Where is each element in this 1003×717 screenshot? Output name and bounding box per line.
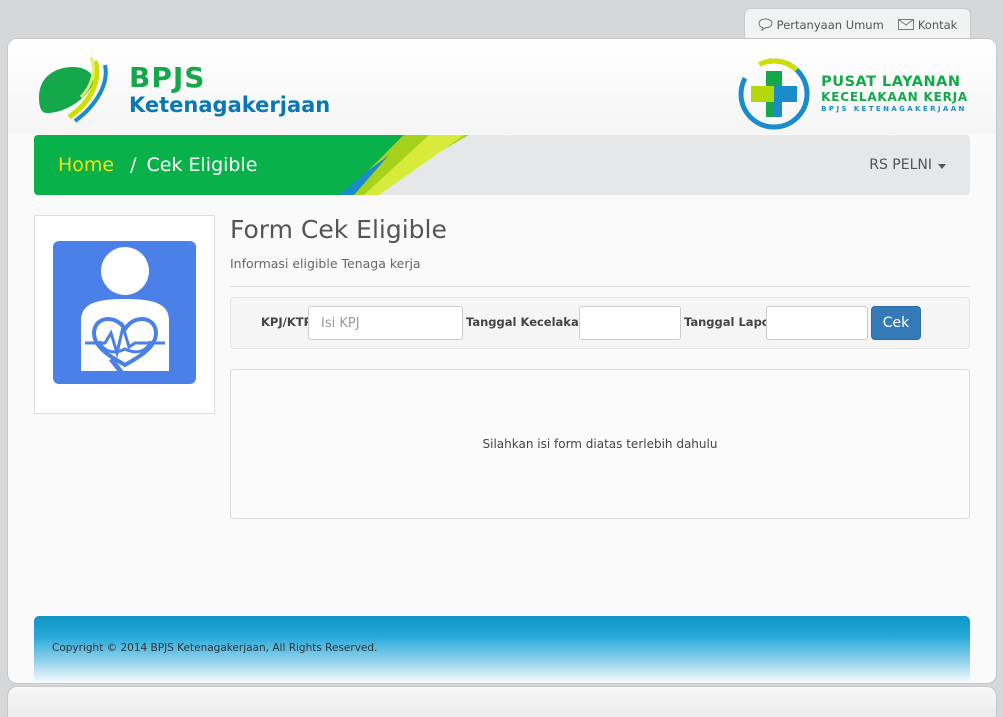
- report-date-label: Tanggal Lapor: [684, 315, 776, 329]
- breadcrumb-separator: /: [130, 154, 137, 176]
- speech-bubble-icon: [758, 18, 773, 31]
- cek-button[interactable]: Cek: [871, 306, 921, 340]
- copyright-text: Copyright © 2014 BPJS Ketenagakerjaan, A…: [52, 642, 378, 654]
- eligibility-form: KPJ/KTP Tanggal Kecelakaan Tanggal Lapor…: [230, 297, 970, 349]
- breadcrumb-current: Cek Eligible: [146, 154, 258, 176]
- bpjs-leaf-icon: [39, 57, 108, 123]
- service-line1: PUSAT LAYANAN: [821, 74, 961, 90]
- report-date-input[interactable]: [766, 306, 868, 340]
- brand-name-line1: BPJS: [129, 61, 206, 94]
- content: Form Cek Eligible Informasi eligible Ten…: [230, 215, 970, 519]
- result-panel: Silahkan isi form diatas terlebih dahulu: [230, 369, 970, 519]
- caret-down-icon: [938, 163, 946, 169]
- main-card: BPJS Ketenagakerjaan PUSAT LAYANAN KECEL…: [7, 38, 997, 684]
- envelope-icon: [897, 19, 914, 30]
- breadcrumb: Home / Cek Eligible: [58, 135, 257, 195]
- faq-link[interactable]: Pertanyaan Umum: [758, 18, 884, 32]
- brand-name-line2: Ketenagakerjaan: [129, 93, 331, 117]
- medical-cross-icon: [738, 58, 810, 130]
- user-menu-label: RS PELNI: [869, 157, 932, 173]
- eligibility-illustration: [34, 215, 215, 414]
- divider: [230, 286, 970, 287]
- kpj-input[interactable]: [308, 306, 463, 340]
- accident-date-label: Tanggal Kecelakaan: [466, 315, 595, 329]
- top-links-tab: Pertanyaan Umum Kontak: [744, 8, 971, 40]
- contact-link-label: Kontak: [917, 17, 958, 32]
- service-line3: BPJS KETENAGAKERJAAN: [821, 105, 967, 113]
- service-line2: KECELAKAAN KERJA: [821, 90, 968, 104]
- result-message: Silahkan isi form diatas terlebih dahulu: [482, 437, 718, 451]
- kpj-label: KPJ/KTP: [261, 315, 313, 329]
- breadcrumb-home[interactable]: Home: [58, 154, 114, 176]
- page-subtitle: Informasi eligible Tenaga kerja: [230, 256, 421, 271]
- user-menu-dropdown[interactable]: RS PELNI: [869, 135, 946, 195]
- service-logo: PUSAT LAYANAN KECELAKAAN KERJA BPJS KETE…: [737, 57, 968, 131]
- navbar: Home / Cek Eligible RS PELNI: [34, 135, 970, 195]
- accident-date-input[interactable]: [579, 306, 681, 340]
- bottom-panel: [7, 686, 997, 717]
- faq-link-label: Pertanyaan Umum: [776, 17, 884, 32]
- header: BPJS Ketenagakerjaan PUSAT LAYANAN KECEL…: [8, 39, 996, 134]
- bpjs-logo[interactable]: BPJS Ketenagakerjaan: [35, 57, 330, 123]
- patient-heart-icon: [53, 241, 196, 384]
- contact-link[interactable]: Kontak: [897, 17, 958, 32]
- footer: Copyright © 2014 BPJS Ketenagakerjaan, A…: [34, 616, 970, 683]
- page-title: Form Cek Eligible: [230, 215, 447, 244]
